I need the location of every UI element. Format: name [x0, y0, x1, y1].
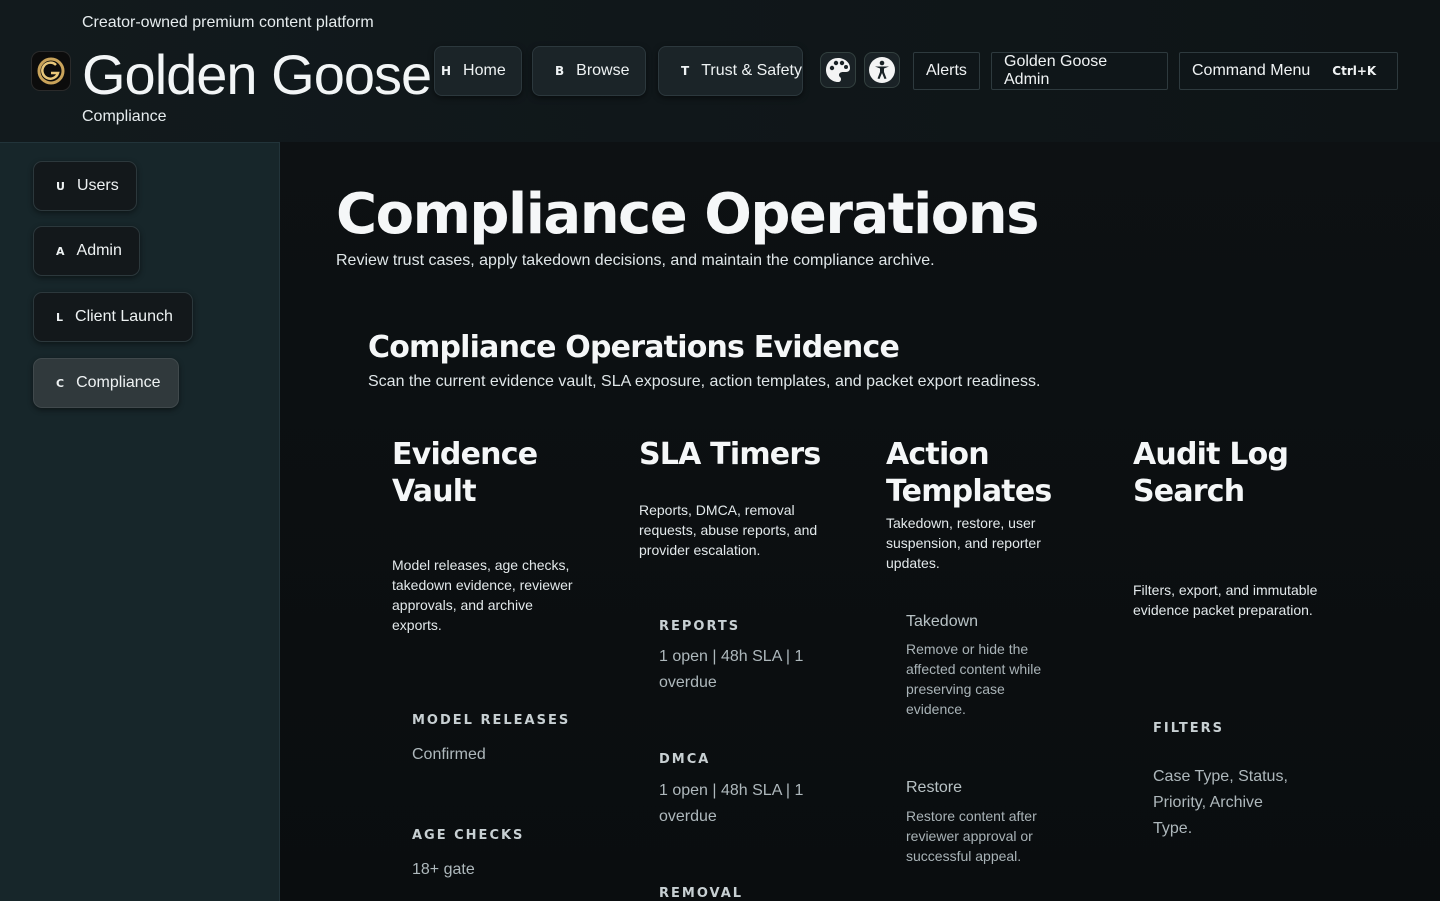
nav-home-label: Home [463, 62, 506, 79]
field-value: 18+ gate [412, 861, 475, 878]
sidebar-item-users[interactable]: U Users [33, 161, 137, 211]
action-templates-title: Action Templates [886, 437, 1052, 509]
nav-trust-safety-label: Trust & Safety [701, 62, 802, 79]
command-menu-shortcut: Ctrl+K [1332, 64, 1377, 78]
sidebar-item-admin[interactable]: A Admin [33, 226, 140, 276]
palette-icon [826, 58, 850, 82]
tagline: Creator-owned premium content platform [82, 14, 374, 31]
sidebar-item-label: Compliance [76, 374, 161, 391]
field-label: DMCA [659, 752, 711, 767]
sidebar-item-label: Admin [76, 242, 122, 259]
command-menu-button[interactable]: Command Menu Ctrl+K [1179, 52, 1398, 90]
theme-button[interactable] [820, 52, 856, 88]
nav-browse-label: Browse [576, 62, 630, 79]
shortcut-key: H [441, 64, 452, 78]
audit-log-search-description: Filters, export, and immutable evidence … [1133, 582, 1318, 618]
action-templates-description: Takedown, restore, user suspension, and … [886, 515, 1041, 571]
field-value: 1 open | 48h SLA | 1 overdue [659, 648, 804, 691]
nav-browse-button[interactable]: B Browse [532, 46, 646, 96]
field-label: REPORTS [659, 619, 741, 634]
field-value: Case Type, Status, Priority, Archive Typ… [1153, 768, 1288, 837]
template-description: Remove or hide the affected content whil… [906, 641, 1042, 717]
evidence-section-subtitle: Scan the current evidence vault, SLA exp… [368, 373, 1041, 390]
sidebar-item-label: Users [76, 177, 119, 194]
sla-timers-description: Reports, DMCA, removal requests, abuse r… [639, 502, 818, 558]
template-name[interactable]: Takedown [906, 613, 978, 631]
audit-log-search-title: Audit Log Search [1133, 437, 1289, 509]
field-label: FILTERS [1153, 721, 1224, 736]
sidebar-item-label: Client Launch [75, 308, 173, 325]
shortcut-key: T [681, 64, 690, 78]
field-value: 1 open | 48h SLA | 1 overdue [659, 782, 804, 825]
alerts-button[interactable]: Alerts [913, 52, 980, 90]
sidebar-item-compliance[interactable]: C Compliance [33, 358, 179, 408]
sla-timers-title: SLA Timers [639, 437, 821, 472]
page-subtitle: Review trust cases, apply takedown decis… [336, 252, 935, 269]
nav-home-button[interactable]: H Home [434, 46, 522, 96]
template-description: Restore content after reviewer approval … [906, 808, 1037, 864]
field-label: AGE CHECKS [412, 828, 525, 843]
golden-goose-logo-icon [37, 57, 65, 85]
evidence-section-title: Compliance Operations Evidence [368, 330, 900, 365]
nav-trust-safety-button[interactable]: T Trust & Safety [658, 46, 803, 96]
brand-title[interactable]: Golden Goose [82, 40, 432, 110]
field-label: MODEL RELEASES [412, 713, 571, 728]
field-label: REMOVAL [659, 886, 744, 901]
logo[interactable] [32, 52, 70, 90]
golden-goose-admin-button[interactable]: Golden Goose Admin [991, 52, 1168, 90]
evidence-vault-title: Evidence Vault [392, 437, 538, 509]
template-name[interactable]: Restore [906, 779, 962, 797]
accessibility-icon [869, 57, 895, 83]
field-value: Confirmed [412, 746, 486, 763]
evidence-vault-description: Model releases, age checks, takedown evi… [392, 557, 573, 633]
brand-section: Compliance [82, 108, 167, 125]
sidebar-item-client-launch[interactable]: L Client Launch [33, 292, 193, 342]
shortcut-key: B [555, 64, 565, 78]
shortcut-key: L [56, 310, 64, 324]
shortcut-key: U [56, 179, 65, 193]
shortcut-key: C [56, 376, 65, 390]
shortcut-key: A [56, 244, 65, 258]
command-menu-label: Command Menu [1192, 62, 1311, 79]
page-title: Compliance Operations [336, 182, 1039, 247]
accessibility-button[interactable] [864, 52, 900, 88]
